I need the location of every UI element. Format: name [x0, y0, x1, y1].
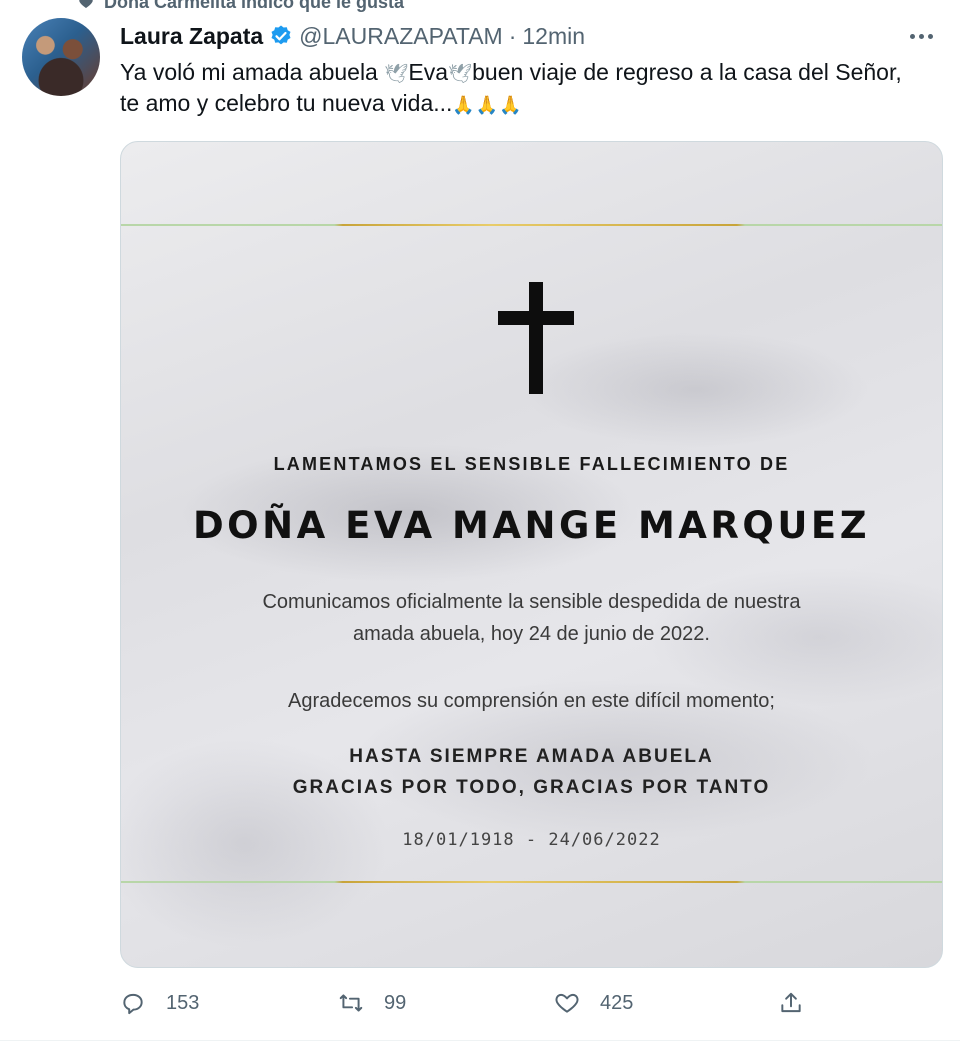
- retweet-button[interactable]: 99: [338, 990, 406, 1016]
- card-deceased-name: DOÑA EVA MANGE MARQUEZ: [192, 504, 871, 547]
- like-heart-icon: [555, 993, 579, 1013]
- card-dates: 18/01/1918 - 24/06/2022: [402, 830, 661, 850]
- card-slogan-line2: GRACIAS POR TODO, GRACIAS POR TANTO: [292, 777, 771, 798]
- card-lament-heading: LAMENTAMOS EL SENSIBLE FALLECIMIENTO DE: [273, 454, 790, 474]
- social-context[interactable]: Doña Carmelita indicó que le gusta: [78, 0, 404, 12]
- tweet-text-part2: Eva: [408, 59, 448, 85]
- reply-icon: [123, 993, 143, 1015]
- gold-divider-top: [121, 224, 942, 226]
- like-count: 425: [600, 991, 634, 1014]
- like-button[interactable]: 425: [554, 990, 633, 1016]
- card-message-line1: Comunicamos oficialmente la sensible des…: [262, 591, 801, 613]
- reply-button[interactable]: 153: [120, 990, 199, 1016]
- tweet-actions: 153 99 425: [120, 990, 820, 1020]
- dove-emoji-icon: 🕊: [384, 64, 409, 85]
- retweet-count: 99: [384, 991, 407, 1014]
- verified-badge-icon: [271, 25, 291, 45]
- card-thanks: Agradecemos su comprensión en este difíc…: [288, 690, 775, 712]
- tweet-header: Laura Zapata @LAURAZAPATAM · 12min: [120, 20, 585, 52]
- retweet-icon: [339, 994, 363, 1012]
- more-options-icon[interactable]: [906, 22, 936, 50]
- tweet-text-part1: Ya voló mi amada abuela: [120, 59, 385, 85]
- cross-icon: [498, 282, 574, 394]
- dove-emoji-icon: 🕊: [448, 64, 473, 85]
- card-message-line2: amada abuela, hoy 24 de junio de 2022.: [353, 623, 710, 645]
- separator-dot: ·: [508, 22, 517, 49]
- avatar[interactable]: [22, 18, 100, 96]
- reply-count: 153: [166, 991, 200, 1014]
- card-slogan-line1: HASTA SIEMPRE AMADA ABUELA: [349, 746, 714, 767]
- share-icon: [781, 992, 801, 1013]
- tweet-text: Ya voló mi amada abuela 🕊Eva🕊buen viaje …: [120, 58, 920, 120]
- gold-divider-bottom: [121, 881, 942, 883]
- social-context-text: Doña Carmelita indicó que le gusta: [104, 0, 405, 12]
- heart-icon: [79, 0, 93, 8]
- tweet-media-card[interactable]: LAMENTAMOS EL SENSIBLE FALLECIMIENTO DE …: [120, 141, 943, 968]
- share-button[interactable]: [778, 990, 804, 1016]
- praying-hands-emoji-icon: 🙏🙏🙏: [452, 95, 523, 115]
- author-name[interactable]: Laura Zapata: [120, 23, 263, 50]
- tweet-divider: [0, 1040, 960, 1041]
- author-handle[interactable]: @LAURAZAPATAM: [299, 23, 503, 50]
- tweet-timestamp[interactable]: 12min: [522, 23, 585, 50]
